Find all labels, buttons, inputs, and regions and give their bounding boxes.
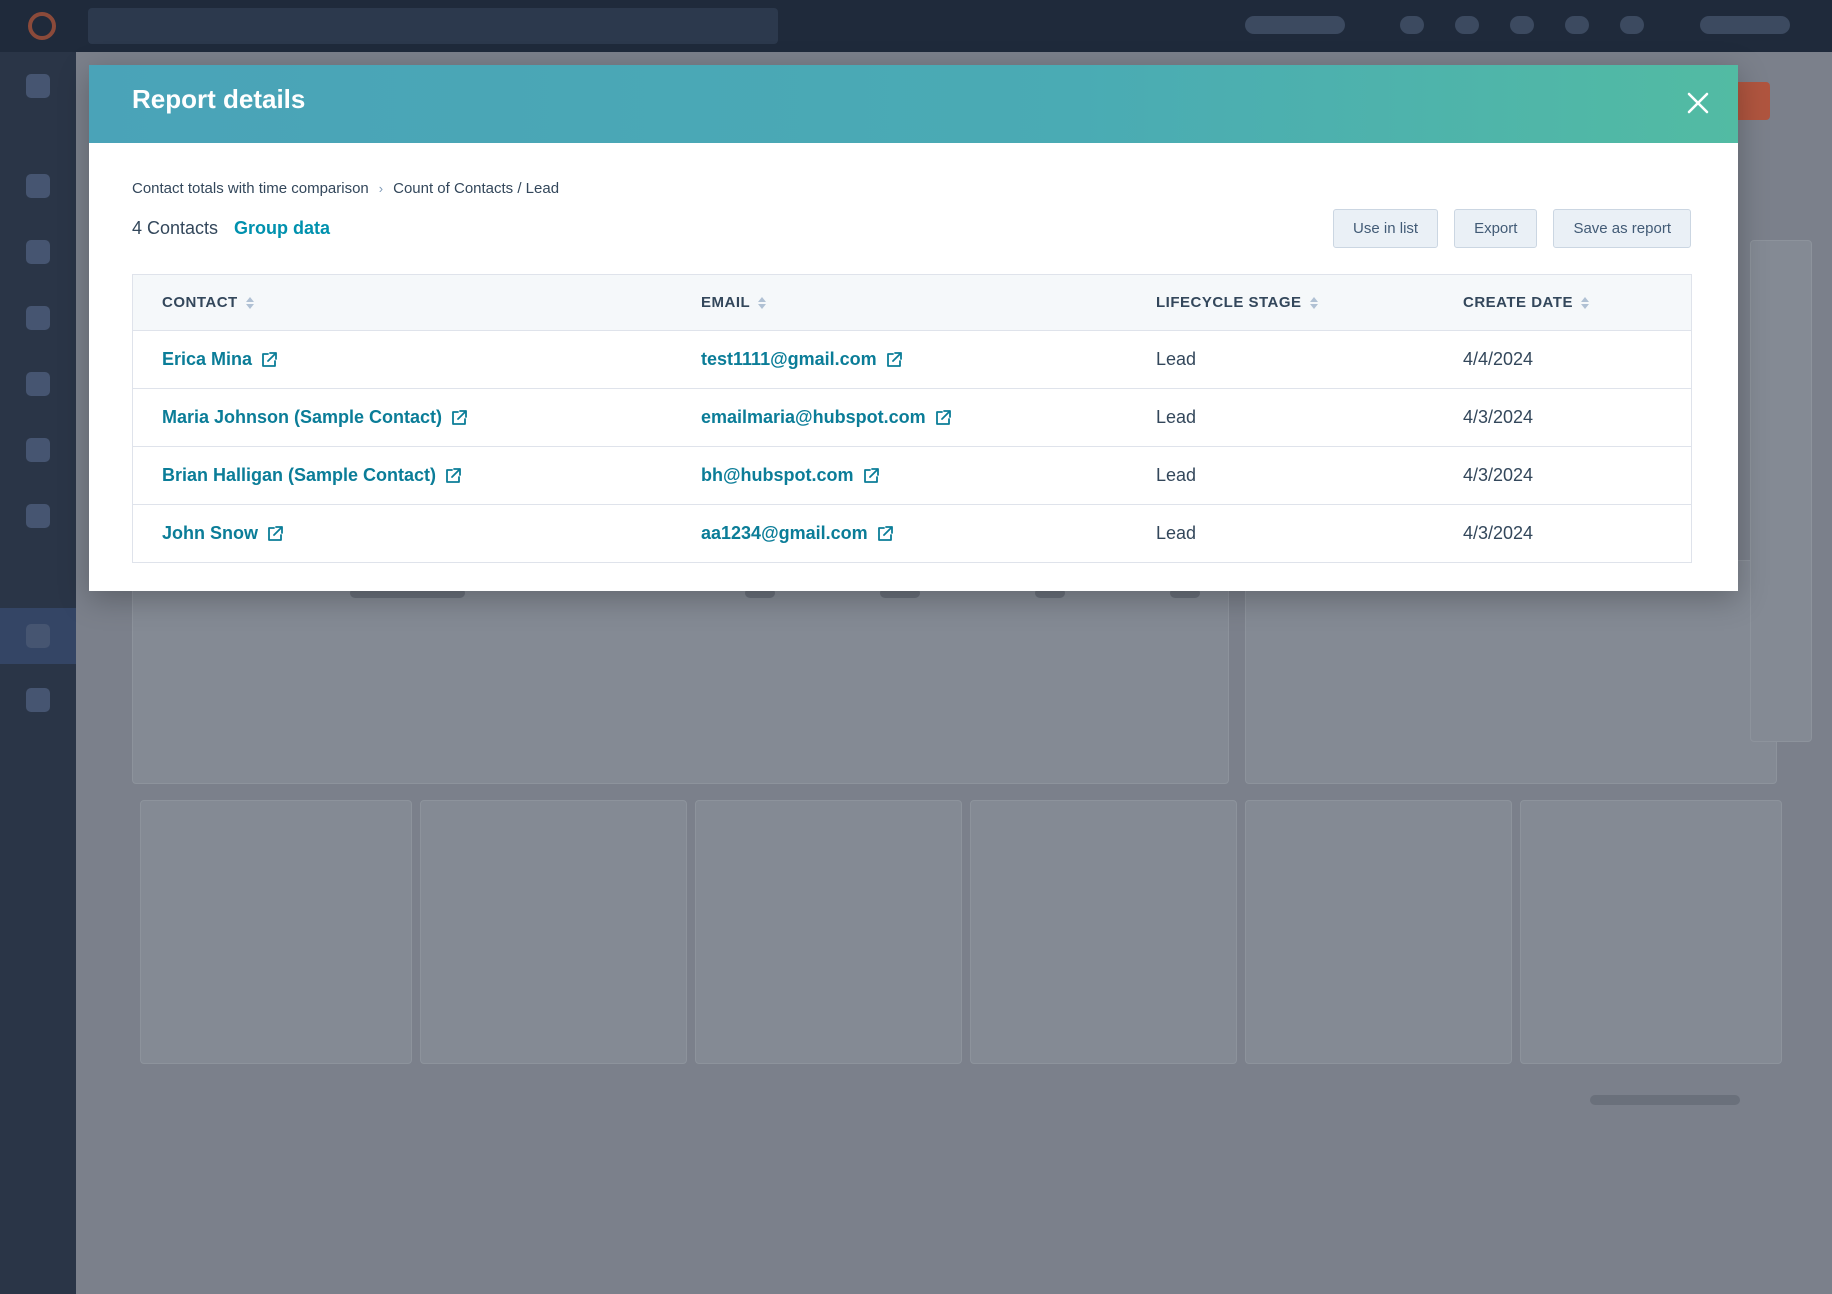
external-link-icon[interactable] — [266, 525, 284, 543]
background-top-icon — [1620, 16, 1644, 34]
table-row: John Snow aa1234@gmail.com Lead 4/3/2024 — [133, 505, 1691, 562]
external-link-icon[interactable] — [876, 525, 894, 543]
create-date-cell: 4/3/2024 — [1463, 407, 1534, 427]
background-top-icon — [1565, 16, 1589, 34]
breadcrumb-item-report[interactable]: Contact totals with time comparison — [132, 180, 369, 197]
sort-icon — [1309, 296, 1318, 309]
email-cell: aa1234@gmail.com — [701, 505, 894, 562]
breadcrumb-item-current: Count of Contacts / Lead — [393, 180, 560, 197]
create-date-cell: 4/3/2024 — [1463, 523, 1534, 543]
background-side-panel — [1750, 240, 1812, 742]
external-link-icon[interactable] — [260, 351, 278, 369]
background-sidebar — [0, 52, 76, 1294]
close-icon — [1687, 92, 1709, 114]
sort-icon — [245, 296, 254, 309]
background-report-card — [695, 800, 962, 1064]
create-date-cell: 4/4/2024 — [1463, 349, 1534, 369]
contact-cell: John Snow — [162, 505, 284, 562]
background-report-card — [970, 800, 1237, 1064]
background-sidebar-icon — [26, 688, 50, 712]
email-cell: bh@hubspot.com — [701, 447, 880, 504]
background-report-card — [420, 800, 687, 1064]
background-sidebar-icon — [26, 74, 50, 98]
breadcrumb: Contact totals with time comparison › Co… — [132, 180, 559, 197]
modal-header: Report details — [89, 65, 1738, 143]
external-link-icon[interactable] — [885, 351, 903, 369]
background-report-card — [140, 800, 412, 1064]
background-sidebar-icon — [26, 306, 50, 330]
column-header-create-date[interactable]: CREATE DATE — [1463, 275, 1589, 330]
background-top-icon — [1400, 16, 1424, 34]
column-label: LIFECYCLE STAGE — [1156, 294, 1302, 311]
contact-cell: Brian Halligan (Sample Contact) — [162, 447, 462, 504]
background-sidebar-icon — [26, 624, 50, 648]
background-sidebar-icon — [26, 240, 50, 264]
external-link-icon[interactable] — [444, 467, 462, 485]
column-header-email[interactable]: EMAIL — [701, 275, 767, 330]
contacts-table: CONTACT EMAIL LIFECYCLE STAGE CREATE DAT… — [132, 274, 1692, 563]
report-details-modal: Report details Contact totals with time … — [89, 65, 1738, 591]
background-top-item — [1245, 16, 1345, 34]
app-logo — [28, 12, 56, 40]
contact-cell: Erica Mina — [162, 331, 278, 388]
column-label: CONTACT — [162, 294, 238, 311]
background-text — [1590, 1095, 1740, 1105]
background-top-icon — [1510, 16, 1534, 34]
save-as-report-button[interactable]: Save as report — [1553, 209, 1691, 248]
table-header: CONTACT EMAIL LIFECYCLE STAGE CREATE DAT… — [133, 275, 1691, 331]
email-link[interactable]: bh@hubspot.com — [701, 465, 854, 486]
email-link[interactable]: aa1234@gmail.com — [701, 523, 868, 544]
contact-name-link[interactable]: John Snow — [162, 523, 258, 544]
column-header-lifecycle-stage[interactable]: LIFECYCLE STAGE — [1156, 275, 1318, 330]
contact-name-link[interactable]: Maria Johnson (Sample Contact) — [162, 407, 442, 428]
background-account-menu — [1700, 16, 1790, 34]
close-button[interactable] — [1680, 85, 1716, 121]
table-row: Maria Johnson (Sample Contact) emailmari… — [133, 389, 1691, 447]
group-data-link[interactable]: Group data — [234, 218, 330, 239]
modal-actions: Use in list Export Save as report — [1333, 209, 1691, 248]
use-in-list-button[interactable]: Use in list — [1333, 209, 1439, 248]
external-link-icon[interactable] — [450, 409, 468, 427]
email-link[interactable]: emailmaria@hubspot.com — [701, 407, 926, 428]
create-date-cell: 4/3/2024 — [1463, 465, 1534, 485]
table-row: Erica Mina test1111@gmail.com Lead 4/4/2… — [133, 331, 1691, 389]
background-report-card — [1520, 800, 1782, 1064]
background-report-card — [1245, 560, 1777, 784]
background-report-card — [1245, 800, 1512, 1064]
email-cell: test1111@gmail.com — [701, 331, 903, 388]
background-search-bar — [88, 8, 778, 44]
lifecycle-stage-cell: Lead — [1156, 349, 1197, 369]
background-top-icon — [1455, 16, 1479, 34]
column-header-contact[interactable]: CONTACT — [162, 275, 254, 330]
column-label: EMAIL — [701, 294, 751, 311]
column-label: CREATE DATE — [1463, 294, 1573, 311]
email-cell: emailmaria@hubspot.com — [701, 389, 952, 446]
background-sidebar-icon — [26, 504, 50, 528]
contact-name-link[interactable]: Brian Halligan (Sample Contact) — [162, 465, 436, 486]
modal-title: Report details — [132, 84, 306, 114]
export-button[interactable]: Export — [1454, 209, 1538, 248]
background-top-bar — [0, 0, 1832, 52]
lifecycle-stage-cell: Lead — [1156, 523, 1197, 543]
background-sidebar-icon — [26, 438, 50, 462]
lifecycle-stage-cell: Lead — [1156, 407, 1197, 427]
email-link[interactable]: test1111@gmail.com — [701, 349, 877, 370]
background-sidebar-icon — [26, 174, 50, 198]
table-row: Brian Halligan (Sample Contact) bh@hubsp… — [133, 447, 1691, 505]
record-summary: 4 Contacts Group data — [132, 218, 330, 239]
background-sidebar-icon — [26, 372, 50, 396]
contact-cell: Maria Johnson (Sample Contact) — [162, 389, 468, 446]
contact-name-link[interactable]: Erica Mina — [162, 349, 252, 370]
lifecycle-stage-cell: Lead — [1156, 465, 1197, 485]
sort-icon — [1580, 296, 1589, 309]
external-link-icon[interactable] — [862, 467, 880, 485]
external-link-icon[interactable] — [934, 409, 952, 427]
chevron-right-icon: › — [378, 181, 384, 196]
sort-icon — [758, 296, 767, 309]
record-count: 4 Contacts — [132, 218, 219, 238]
